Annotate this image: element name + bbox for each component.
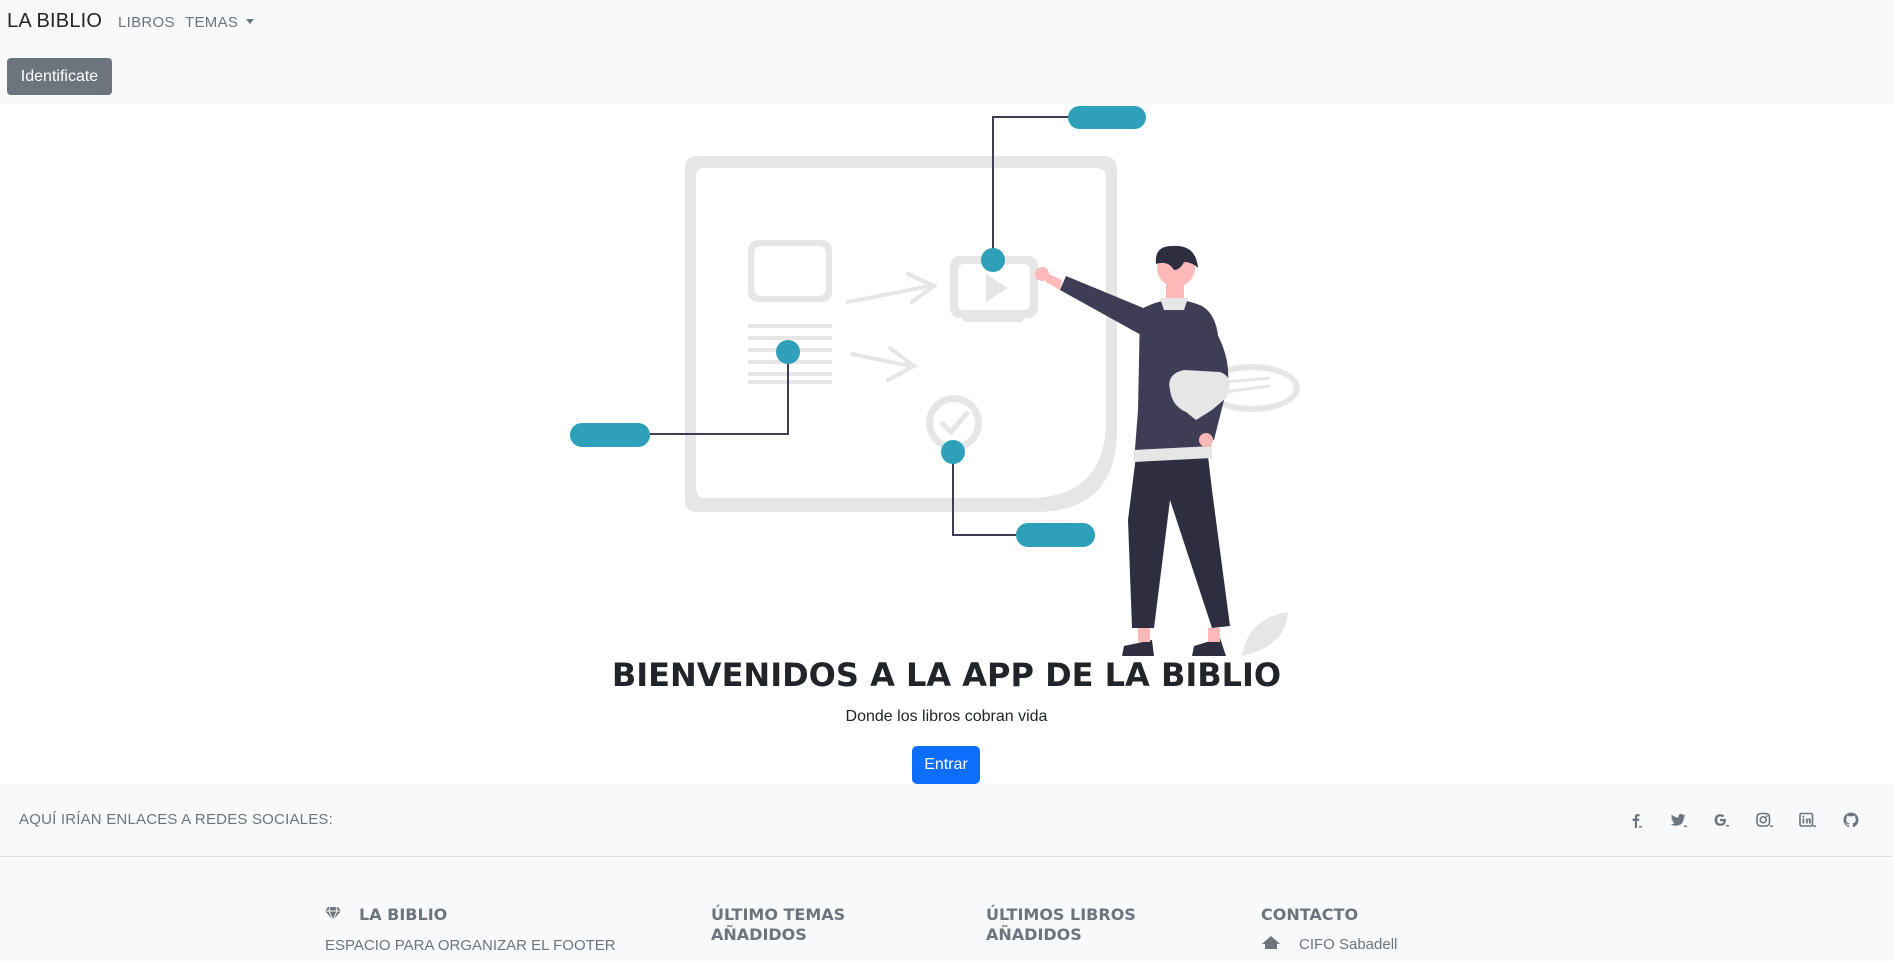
home-icon [1261,935,1281,953]
nav-dropdown-temas[interactable]: TEMAS [185,14,255,31]
twitter-icon[interactable] [1657,810,1700,830]
linkedin-icon[interactable] [1786,810,1829,830]
footer-brand: LA BIBLIO [359,905,448,924]
nav-dropdown-temas-label: TEMAS [185,14,239,31]
footer-col-contacto: CONTACTO CIFO Sabadell [1261,905,1397,953]
navbar-brand[interactable]: LA BIBLIO [7,10,102,33]
hero-illustration [570,106,1300,656]
contact-address: CIFO Sabadell [1261,935,1397,953]
instagram-icon[interactable] [1743,810,1786,830]
gem-icon [325,905,341,925]
footer-brand-text: ESPACIO PARA ORGANIZAR EL FOOTER [325,937,616,954]
footer-col3-title: ÚLTIMOS LIBROS AÑADIDOS [986,905,1136,944]
footer: LA BIBLIO ESPACIO PARA ORGANIZAR EL FOOT… [0,857,1893,961]
nav-link-libros[interactable]: LIBROS [118,14,175,31]
google-icon[interactable] [1700,810,1743,830]
caret-down-icon [246,19,255,24]
footer-col-temas: ÚLTIMO TEMAS AÑADIDOS [711,905,871,945]
facebook-icon[interactable] [1614,810,1657,830]
footer-col4-title: CONTACTO [1261,905,1359,924]
enter-button[interactable]: Entrar [912,746,980,784]
hero-subtitle: Donde los libros cobran vida [845,708,1048,725]
github-icon[interactable] [1829,810,1872,830]
social-icons [1614,810,1872,830]
social-text: AQUÍ IRÍAN ENLACES A REDES SOCIALES: [19,811,333,828]
social-bar: AQUÍ IRÍAN ENLACES A REDES SOCIALES: [0,784,1893,857]
footer-col-brand: LA BIBLIO ESPACIO PARA ORGANIZAR EL FOOT… [325,905,616,954]
footer-col2-title: ÚLTIMO TEMAS AÑADIDOS [711,905,846,944]
navbar: LA BIBLIO LIBROS TEMAS Identificate [0,0,1893,104]
contact-address-text: CIFO Sabadell [1299,935,1398,953]
footer-col-libros: ÚLTIMOS LIBROS AÑADIDOS [986,905,1146,945]
hero-title: BIENVENIDOS A LA APP DE LA BIBLIO [611,656,1282,694]
login-button[interactable]: Identificate [7,58,112,95]
